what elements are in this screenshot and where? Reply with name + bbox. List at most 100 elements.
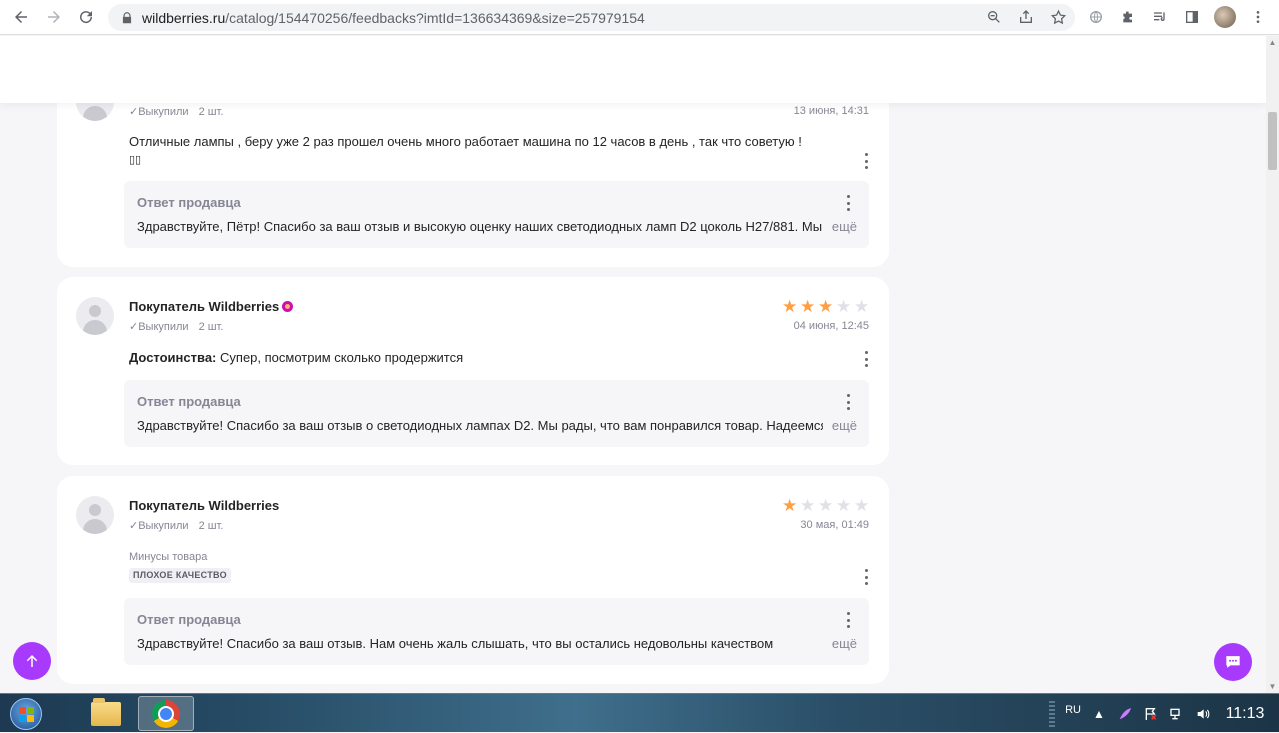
pros-label: Достоинства: — [129, 350, 217, 365]
system-tray: RU ▲ 11:13 — [1049, 694, 1279, 733]
star-icon: ★ — [818, 496, 834, 515]
scrollbar-thumb[interactable] — [1268, 112, 1277, 170]
avatar — [76, 496, 114, 534]
chrome-icon — [152, 699, 180, 728]
cons-label: Минусы товара — [129, 551, 208, 563]
review-text: Отличные лампы , беру уже 2 раз прошел о… — [129, 133, 829, 169]
taskbar-chrome[interactable] — [138, 696, 194, 731]
taskbar-explorer[interactable] — [78, 696, 134, 731]
lock-icon — [122, 11, 132, 23]
reply-menu-button[interactable] — [845, 394, 851, 410]
review-card: Покупатель Wildberries ★ ★ ★ ★ ★ ✓Выкупили 2 … — [57, 277, 889, 465]
bought-info: ✓Выкупили 2 шт. — [129, 320, 223, 333]
tray-grip — [1049, 700, 1056, 727]
reload-icon — [80, 11, 93, 24]
review-date: 13 июня, 14:31 — [793, 105, 869, 117]
review-pros: Достоинства: Супер, посмотрим сколько пр… — [129, 349, 829, 367]
action-center-flag-icon[interactable] — [1143, 706, 1159, 722]
seller-reply-title: Ответ продавца — [137, 612, 241, 627]
rating-stars: ★ ★ ★ ★ ★ — [782, 297, 870, 316]
system-clock[interactable]: 11:13 — [1221, 705, 1269, 723]
page-viewport: ✓Выкупили 2 шт. 13 июня, 14:31 Отличные л… — [0, 36, 1266, 693]
review-text-emoji: ▯▯ — [129, 154, 142, 166]
bookmark-star-icon[interactable] — [1049, 8, 1067, 26]
globe-extension-icon[interactable] — [1086, 5, 1106, 29]
puzzle-extensions-icon[interactable] — [1118, 5, 1138, 29]
site-header — [0, 36, 1266, 103]
share-icon[interactable] — [1017, 8, 1035, 26]
star-icon: ★ — [782, 496, 798, 515]
reading-list-icon[interactable] — [1150, 5, 1170, 29]
side-panel-icon[interactable] — [1182, 5, 1202, 29]
url-path: /catalog/154470256/feedbacks?imtId=13663… — [225, 9, 645, 26]
folder-icon — [91, 697, 121, 726]
volume-icon[interactable] — [1195, 706, 1211, 722]
seller-reply-title: Ответ продавца — [137, 394, 241, 409]
browser-toolbar: wildberries.ru/catalog/154470256/feedbac… — [0, 0, 1279, 35]
bought-qty: 2 шт. — [198, 520, 224, 532]
profile-avatar[interactable] — [1214, 6, 1236, 28]
page-scrollbar[interactable]: ▲ ▼ — [1266, 36, 1279, 693]
url-domain: wildberries.ru — [142, 9, 226, 26]
avatar — [76, 297, 114, 335]
star-icon: ★ — [800, 496, 816, 515]
back-button[interactable] — [5, 1, 37, 33]
forward-button[interactable] — [38, 1, 70, 33]
seller-reply-text: Здравствуйте, Пётр! Спасибо за ваш отзыв… — [137, 219, 823, 234]
seller-reply-text: Здравствуйте! Спасибо за ваш отзыв. Нам … — [137, 636, 774, 651]
seller-reply: Ответ продавца Здравствуйте! Спасибо за … — [124, 380, 869, 447]
bought-label: ✓Выкупили — [129, 321, 189, 333]
scroll-down-arrow-icon[interactable]: ▼ — [1266, 680, 1279, 693]
bought-info: ✓Выкупили 2 шт. — [129, 519, 223, 532]
arrow-right-icon — [48, 11, 60, 23]
chat-button[interactable] — [1214, 643, 1252, 681]
windows-logo-icon — [10, 697, 42, 730]
url-text: wildberries.ru/catalog/154470256/feedbac… — [142, 10, 645, 26]
cons-tag: ПЛОХОЕ КАЧЕСТВО — [129, 568, 231, 583]
reviewer-name-text: Покупатель Wildberries — [129, 299, 280, 314]
star-icon: ★ — [854, 297, 870, 316]
arrow-left-icon — [15, 11, 27, 23]
review-date: 30 мая, 01:49 — [800, 519, 869, 531]
premium-badge-icon — [282, 301, 294, 312]
network-icon[interactable] — [1169, 706, 1185, 722]
review-menu-button[interactable] — [863, 569, 869, 585]
show-hidden-icons-icon[interactable]: ▲ — [1091, 706, 1107, 722]
bought-label: ✓Выкупили — [129, 520, 189, 532]
chat-bubble-icon — [1226, 656, 1240, 668]
seller-reply: Ответ продавца Здравствуйте, Пётр! Спаси… — [124, 181, 869, 248]
review-menu-button[interactable] — [863, 153, 869, 169]
zoom-icon[interactable] — [985, 8, 1003, 26]
scroll-top-button[interactable] — [13, 642, 51, 680]
language-indicator[interactable]: RU — [1065, 704, 1081, 716]
reply-more-link[interactable]: ещё — [832, 219, 857, 234]
arrow-up-icon — [26, 655, 38, 667]
reviewer-name: Покупатель Wildberries — [129, 498, 280, 513]
rating-stars: ★ ★ ★ ★ ★ — [782, 496, 870, 515]
review-card: Покупатель Wildberries ★ ★ ★ ★ ★ ✓Выкупили 2 … — [57, 476, 889, 684]
star-icon: ★ — [800, 297, 816, 316]
menu-kebab-icon[interactable] — [1248, 5, 1268, 29]
feather-tray-icon[interactable] — [1117, 706, 1133, 722]
review-text-line: Отличные лампы , беру уже 2 раз прошел о… — [129, 134, 802, 149]
star-icon: ★ — [854, 496, 870, 515]
seller-reply-text: Здравствуйте! Спасибо за ваш отзыв о све… — [137, 418, 823, 433]
scroll-up-arrow-icon[interactable]: ▲ — [1266, 36, 1279, 49]
reply-more-link[interactable]: ещё — [832, 636, 857, 651]
address-bar[interactable]: wildberries.ru/catalog/154470256/feedbac… — [108, 4, 1075, 31]
reply-more-link[interactable]: ещё — [832, 418, 857, 433]
bought-qty: 2 шт. — [198, 321, 224, 333]
review-menu-button[interactable] — [863, 351, 869, 367]
star-icon: ★ — [818, 297, 834, 316]
bought-info: ✓Выкупили 2 шт. — [129, 105, 223, 118]
star-icon: ★ — [836, 297, 852, 316]
start-button[interactable] — [4, 694, 48, 733]
os-taskbar: RU ▲ 11:13 — [0, 693, 1279, 732]
reload-button[interactable] — [70, 1, 102, 33]
reply-menu-button[interactable] — [845, 195, 851, 211]
pros-text: Супер, посмотрим сколько продержится — [220, 350, 464, 365]
reviewer-name: Покупатель Wildberries — [129, 299, 294, 314]
bought-label: ✓Выкупили — [129, 106, 189, 118]
reply-menu-button[interactable] — [845, 612, 851, 628]
review-date: 04 июня, 12:45 — [793, 320, 869, 332]
